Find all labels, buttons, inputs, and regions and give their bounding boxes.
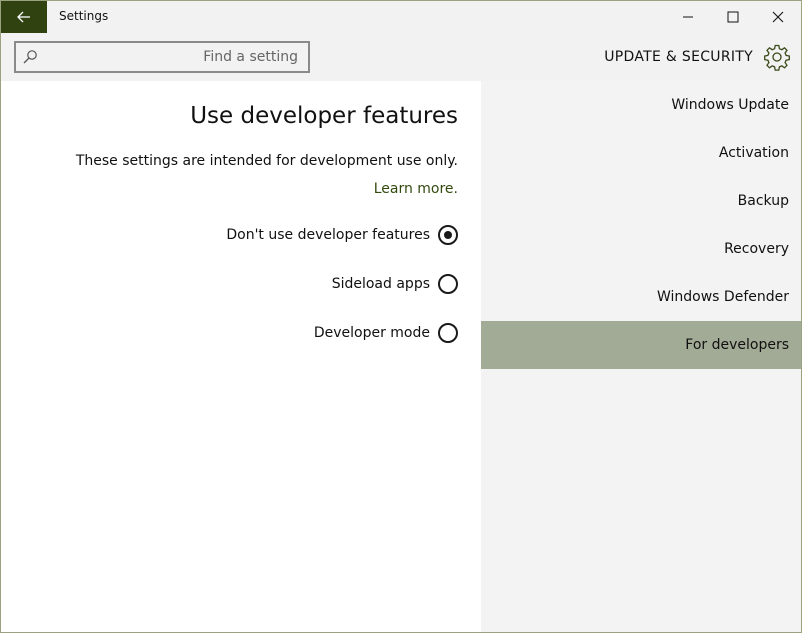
title-bar: Settings [1,1,801,33]
main-content: Use developer features These settings ar… [1,81,481,632]
radio-button[interactable] [438,323,458,343]
nav-item-label: Windows Defender [656,289,789,305]
navigation-pane: Windows Update Activation Backup Recover… [481,81,801,632]
description-text: These settings are intended for developm… [75,153,458,169]
settings-header: UPDATE & SECURITY [1,33,801,81]
radio-button[interactable] [438,274,458,294]
settings-window: Settings UPDATE & SECURITY [0,0,802,633]
gear-icon [764,44,790,71]
search-input[interactable] [44,43,298,71]
nav-item-recovery[interactable]: Recovery [481,225,801,273]
maximize-button[interactable] [710,1,756,33]
maximize-icon [727,11,739,23]
radio-option-dont-use[interactable]: Don't use developer features [226,223,458,247]
nav-item-backup[interactable]: Backup [481,177,801,225]
nav-item-label: Windows Update [671,97,789,113]
radio-label: Don't use developer features [226,227,430,243]
minimize-icon [683,16,693,18]
nav-item-windows-update[interactable]: Windows Update [481,81,801,129]
window-title: Settings [59,9,109,23]
minimize-button[interactable] [665,1,711,33]
radio-label: Developer mode [313,325,430,341]
nav-item-label: Backup [737,193,789,209]
nav-item-label: For developers [685,337,789,353]
radio-label: Sideload apps [331,276,430,292]
radio-option-sideload[interactable]: Sideload apps [332,272,458,296]
page-title: Use developer features [190,103,458,129]
close-icon [772,11,784,23]
nav-item-label: Activation [718,145,789,161]
section-title: UPDATE & SECURITY [604,49,753,65]
search-icon [23,50,37,64]
back-button[interactable] [1,1,47,33]
close-button[interactable] [755,1,801,33]
nav-item-windows-defender[interactable]: Windows Defender [481,273,801,321]
nav-item-label: Recovery [724,241,789,257]
learn-more-link[interactable]: Learn more. [374,181,458,197]
radio-option-developer-mode[interactable]: Developer mode [314,321,458,345]
radio-button-checked[interactable] [438,225,458,245]
back-arrow-icon [17,11,30,23]
search-box[interactable] [14,41,310,73]
nav-item-activation[interactable]: Activation [481,129,801,177]
nav-item-for-developers[interactable]: For developers [481,321,801,369]
